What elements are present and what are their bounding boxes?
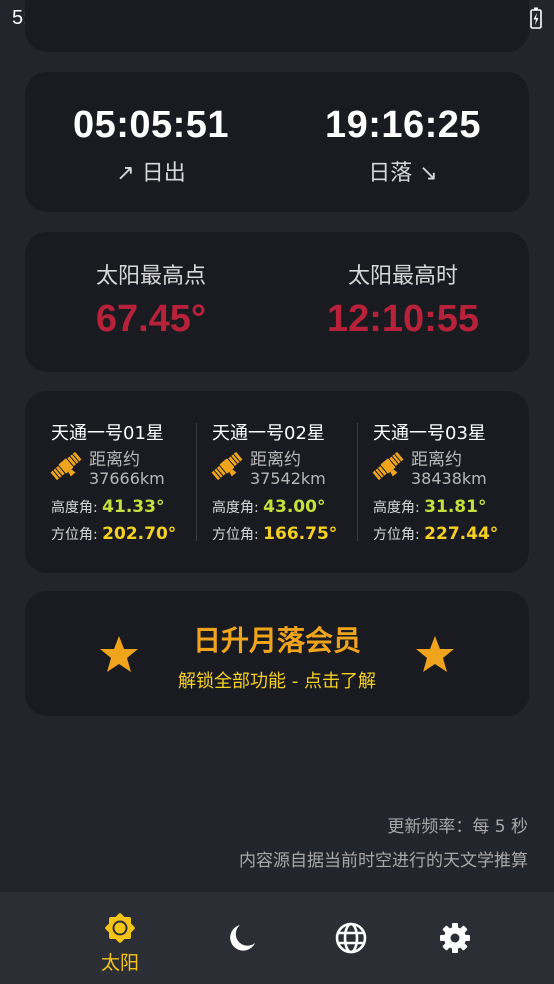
settings-icon <box>440 923 470 953</box>
satellite-azimuth-row: 方位角: 202.70° <box>51 524 176 544</box>
elevation-label: 高度角: <box>373 500 420 516</box>
sunrise-block: 05:05:51 ↗ 日出 <box>25 72 277 187</box>
sun-times-card: 05:05:51 ↗ 日出 19:16:25 日落 ↘ <box>25 72 529 212</box>
nav-sun-label: 太阳 <box>100 952 139 974</box>
elevation-label: 高度角: <box>212 500 259 516</box>
satellite-distance: 37542km <box>250 469 326 488</box>
azimuth-value: 166.75° <box>263 524 338 544</box>
satellite-icon <box>372 451 404 481</box>
previous-card <box>25 0 529 52</box>
satellite-distance-label: 距离约 <box>89 450 140 470</box>
elevation-value: 43.00° <box>263 497 326 517</box>
satellite-distance: 37666km <box>89 469 165 488</box>
moon-icon <box>230 925 255 951</box>
sunrise-time: 05:05:51 <box>72 104 230 146</box>
azimuth-label: 方位角: <box>373 527 420 543</box>
nav-sun[interactable]: 太阳 <box>80 892 160 984</box>
peak-time-block: 太阳最高时 12:10:55 <box>277 232 529 341</box>
sunrise-label: ↗ 日出 <box>116 161 186 186</box>
satellite-elevation-row: 高度角: 43.00° <box>212 497 325 517</box>
source-note: 内容源自据当前时空进行的天文学推算 <box>239 851 528 871</box>
membership-card[interactable]: 日升月落会员 解锁全部功能 - 点击了解 <box>25 591 529 716</box>
sunset-block: 19:16:25 日落 ↘ <box>277 72 529 187</box>
satellite-item: 天通一号03星 距离约 38438km 高度角: 31.81° 方位角: 227… <box>347 391 508 573</box>
satellite-azimuth-row: 方位角: 166.75° <box>212 524 337 544</box>
azimuth-label: 方位角: <box>51 527 98 543</box>
peak-time-value: 12:10:55 <box>326 298 480 340</box>
satellite-distance-label: 距离约 <box>411 450 462 470</box>
nav-settings[interactable] <box>415 892 495 984</box>
elevation-value: 31.81° <box>424 497 487 517</box>
peak-time-label: 太阳最高时 <box>347 264 458 289</box>
peak-altitude-label: 太阳最高点 <box>95 264 206 289</box>
satellite-elevation-row: 高度角: 41.33° <box>51 497 164 517</box>
satellite-name: 天通一号03星 <box>373 423 486 444</box>
satellite-icon <box>211 451 243 481</box>
globe-icon <box>335 922 367 954</box>
azimuth-value: 227.44° <box>424 524 499 544</box>
satellite-azimuth-row: 方位角: 227.44° <box>373 524 498 544</box>
satellite-name: 天通一号02星 <box>212 423 325 444</box>
elevation-label: 高度角: <box>51 500 98 516</box>
azimuth-label: 方位角: <box>212 527 259 543</box>
sunset-time: 19:16:25 <box>324 104 482 146</box>
update-rate-note: 更新频率：每 5 秒 <box>387 817 528 837</box>
azimuth-value: 202.70° <box>102 524 177 544</box>
satellites-card: 天通一号01星 距离约 37666km 高度角: 41.33° 方位角: 202… <box>25 391 529 573</box>
battery-icon <box>530 7 542 29</box>
sun-icon <box>105 913 135 943</box>
elevation-value: 41.33° <box>102 497 165 517</box>
satellite-elevation-row: 高度角: 31.81° <box>373 497 486 517</box>
bottom-nav: 太阳 <box>0 892 554 984</box>
satellite-item: 天通一号01星 距离约 37666km 高度角: 41.33° 方位角: 202… <box>25 391 186 573</box>
nav-globe[interactable] <box>311 892 391 984</box>
sun-peak-card: 太阳最高点 67.45° 太阳最高时 12:10:55 <box>25 232 529 372</box>
satellite-icon <box>50 451 82 481</box>
sunset-label: 日落 ↘ <box>368 161 438 186</box>
nav-moon[interactable] <box>205 892 285 984</box>
star-icon <box>416 636 454 672</box>
satellite-item: 天通一号02星 距离约 37542km 高度角: 43.00° 方位角: 166… <box>186 391 347 573</box>
satellite-distance-label: 距离约 <box>250 450 301 470</box>
peak-altitude-block: 太阳最高点 67.45° <box>25 232 277 341</box>
peak-altitude-value: 67.45° <box>95 298 207 340</box>
satellite-name: 天通一号01星 <box>51 423 164 444</box>
satellite-distance: 38438km <box>411 469 487 488</box>
